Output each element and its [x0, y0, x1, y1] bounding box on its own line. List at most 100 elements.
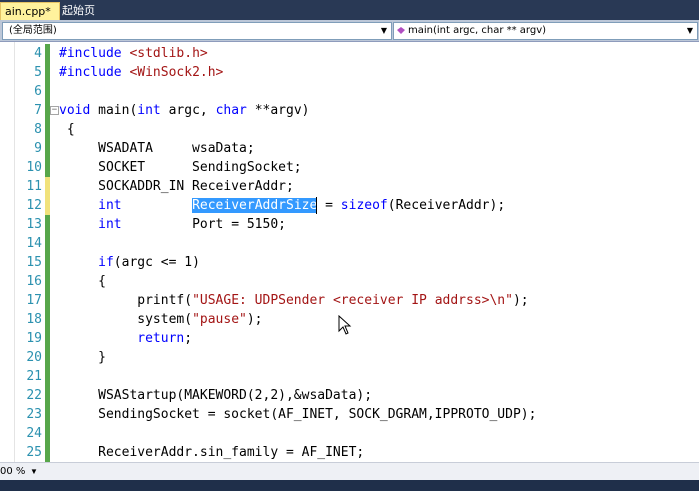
collapse-icon[interactable]: − [50, 106, 59, 115]
change-indicator [45, 63, 50, 82]
line-number: 10 [26, 160, 42, 175]
code-token: WSAStartup(MAKEWORD(2,2),&wsaData); [59, 388, 373, 403]
member-value: main(int argc, char ** argv) [408, 25, 547, 36]
code-token: WSADATA wsaData; [59, 141, 255, 156]
line-number: 22 [26, 388, 42, 403]
document-tab-strip: ain.cpp* 起始页 [0, 0, 699, 20]
change-indicator [45, 234, 50, 253]
code-token: ); [512, 293, 529, 308]
zoom-level[interactable]: 00 % [0, 463, 25, 480]
code-token: ; [184, 331, 193, 346]
change-indicator [45, 348, 50, 367]
code-line[interactable]: 7− void main(int argc, char **argv) [0, 101, 699, 120]
code-line[interactable]: 17 printf("USAGE: UDPSender <receiver IP… [0, 291, 699, 310]
change-indicator [45, 443, 50, 462]
selected-text: ReceiverAddrSize [192, 198, 318, 213]
change-indicator [45, 253, 50, 272]
code-line[interactable]: 20 } [0, 348, 699, 367]
scope-value: (全局范围) [9, 25, 57, 36]
code-token: SOCKET SendingSocket; [59, 160, 302, 175]
code-line[interactable]: 15 if(argc <= 1) [0, 253, 699, 272]
change-indicator [45, 215, 50, 234]
code-token: system( [59, 312, 193, 327]
code-token: = [317, 198, 341, 213]
code-token: return [137, 331, 185, 346]
code-line[interactable]: 16 { [0, 272, 699, 291]
code-line[interactable]: 9 WSADATA wsaData; [0, 139, 699, 158]
code-text: SOCKET SendingSocket; [59, 158, 302, 177]
code-line[interactable]: 5 #include <WinSock2.h> [0, 63, 699, 82]
code-text: WSAStartup(MAKEWORD(2,2),&wsaData); [59, 386, 372, 405]
tab-main-cpp[interactable]: ain.cpp* [0, 2, 60, 20]
code-token: ); [246, 312, 263, 327]
code-line[interactable]: 22 WSAStartup(MAKEWORD(2,2),&wsaData); [0, 386, 699, 405]
chevron-down-icon[interactable]: ▼ [30, 463, 38, 480]
status-bar [0, 480, 699, 491]
line-number: 5 [34, 65, 42, 80]
chevron-down-icon[interactable]: ▼ [685, 23, 695, 39]
code-line[interactable]: 4 #include <stdlib.h> [0, 44, 699, 63]
code-line[interactable]: 14 [0, 234, 699, 253]
change-indicator [45, 120, 50, 139]
line-number: 17 [26, 293, 42, 308]
code-line[interactable]: 8 { [0, 120, 699, 139]
code-line[interactable]: 12 int ReceiverAddrSize = sizeof(Receive… [0, 196, 699, 215]
tab-start-page[interactable]: 起始页 [58, 2, 99, 19]
change-indicator [45, 424, 50, 443]
change-indicator [45, 82, 50, 101]
scope-dropdown[interactable]: (全局范围) ▼ [2, 22, 392, 40]
code-editor[interactable]: 4 #include <stdlib.h> 5 #include <WinSock2.… [0, 42, 699, 462]
line-number: 18 [26, 312, 42, 327]
chevron-down-icon[interactable]: ▼ [379, 23, 389, 39]
code-text: SendingSocket = socket(AF_INET, SOCK_DGR… [59, 405, 536, 424]
code-line[interactable]: 23 SendingSocket = socket(AF_INET, SOCK_… [0, 405, 699, 424]
code-text: void main(int argc, char **argv) [59, 101, 310, 120]
change-indicator [45, 367, 50, 386]
code-text: ReceiverAddr.sin_family = AF_INET; [59, 443, 364, 462]
code-token: sizeof [340, 198, 388, 213]
code-text: SOCKADDR_IN ReceiverAddr; [59, 177, 294, 196]
line-number: 19 [26, 331, 42, 346]
code-token: ReceiverAddr.sin_family = AF_INET; [59, 445, 365, 460]
change-indicator [45, 158, 50, 177]
tab-label: ain.cpp* [5, 5, 51, 18]
line-number: 16 [26, 274, 42, 289]
code-token: int [137, 103, 161, 118]
code-token: printf( [59, 293, 193, 308]
line-number: 21 [26, 369, 42, 384]
change-indicator [45, 272, 50, 291]
code-line[interactable]: 11 SOCKADDR_IN ReceiverAddr; [0, 177, 699, 196]
navigation-bar: (全局范围) ▼ main(int argc, char ** argv) ▼ [0, 20, 699, 42]
change-indicator [45, 291, 50, 310]
change-indicator [45, 177, 50, 196]
code-token: (argc <= 1) [113, 255, 200, 270]
code-line[interactable]: 21 [0, 367, 699, 386]
code-text: WSADATA wsaData; [59, 139, 255, 158]
code-token: SendingSocket = socket(AF_INET, SOCK_DGR… [59, 407, 537, 422]
code-token: char [215, 103, 247, 118]
line-number: 14 [26, 236, 42, 251]
code-token: int [98, 217, 122, 232]
code-line[interactable]: 13 int Port = 5150; [0, 215, 699, 234]
code-line[interactable]: 24 [0, 424, 699, 443]
line-number: 20 [26, 350, 42, 365]
code-token: SOCKADDR_IN ReceiverAddr; [59, 179, 294, 194]
member-dropdown[interactable]: main(int argc, char ** argv) ▼ [393, 22, 698, 40]
change-indicator [45, 44, 50, 63]
code-text: } [59, 348, 106, 367]
code-token: { [59, 122, 75, 137]
line-number: 25 [26, 445, 42, 460]
line-number: 7 [34, 103, 42, 118]
code-line[interactable]: 6 [0, 82, 699, 101]
code-token: #include [59, 65, 130, 80]
line-number: 15 [26, 255, 42, 270]
code-line[interactable]: 25 ReceiverAddr.sin_family = AF_INET; [0, 443, 699, 462]
line-number: 13 [26, 217, 42, 232]
code-token: int [98, 198, 122, 213]
code-line[interactable]: 10 SOCKET SendingSocket; [0, 158, 699, 177]
code-text: #include <stdlib.h> [59, 44, 208, 63]
